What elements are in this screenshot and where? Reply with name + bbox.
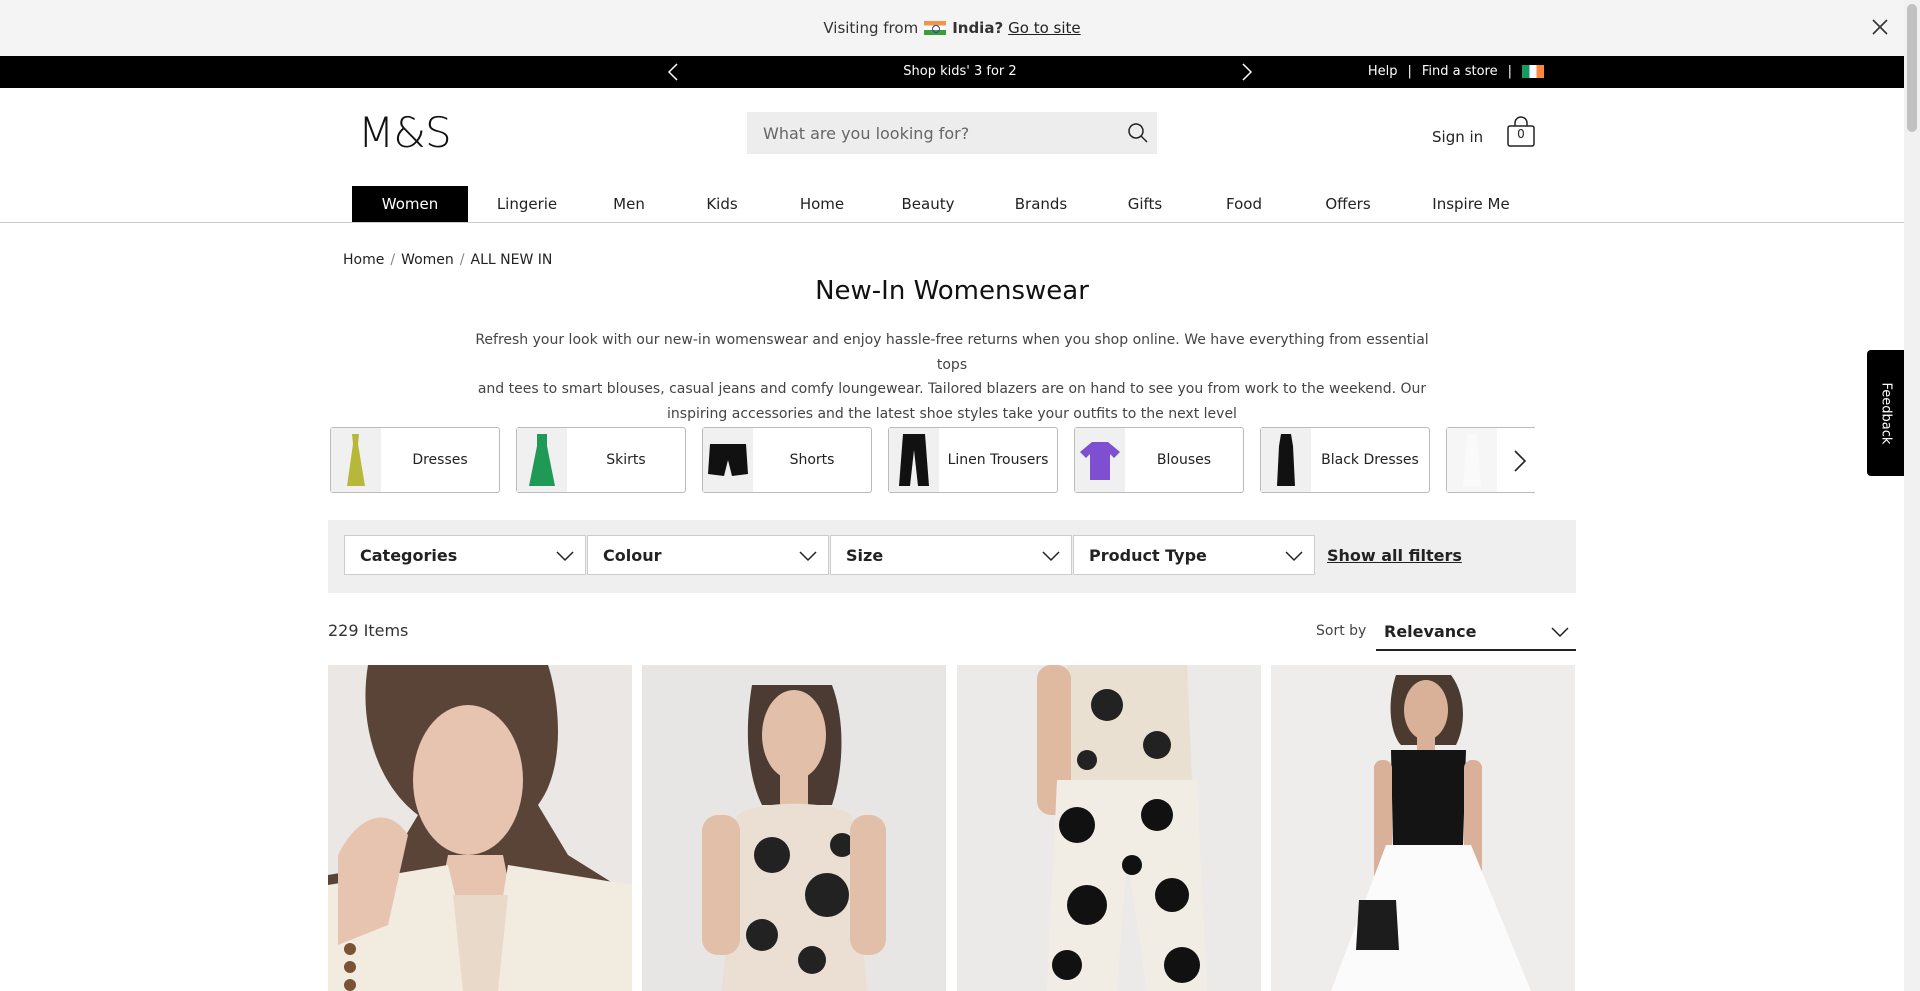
- nav-divider: [0, 222, 1904, 223]
- breadcrumb-separator: /: [459, 252, 465, 268]
- geo-country: India?: [952, 19, 1004, 37]
- category-label: Black Dresses: [1321, 452, 1419, 468]
- filter-label: Categories: [360, 545, 458, 565]
- sign-in-link[interactable]: Sign in: [1432, 128, 1483, 146]
- chevron-down-icon: [1042, 551, 1060, 562]
- nav-item-food[interactable]: Food: [1192, 186, 1296, 222]
- intro-line: and tees to smart blouses, casual jeans …: [477, 381, 1427, 397]
- carousel-next-icon[interactable]: [1505, 447, 1533, 475]
- sort-value: Relevance: [1384, 621, 1477, 641]
- size-filter-select[interactable]: Size: [830, 535, 1072, 575]
- nav-item-kids[interactable]: Kids: [672, 186, 772, 222]
- main-nav: Women Lingerie Men Kids Home Beauty Bran…: [352, 186, 1542, 222]
- item-count: 229 Items: [328, 621, 409, 640]
- category-label: Dresses: [412, 452, 468, 468]
- nav-item-offers[interactable]: Offers: [1296, 186, 1400, 222]
- white-top-thumbnail: [1447, 428, 1497, 492]
- filter-label: Product Type: [1089, 545, 1207, 565]
- category-carousel: Dresses Skirts Shorts Linen Trousers Blo…: [330, 427, 1535, 493]
- page-intro: Refresh your look with our new-in womens…: [460, 328, 1444, 426]
- blouse-thumbnail: [1075, 428, 1125, 492]
- bag-count: 0: [1517, 127, 1525, 141]
- geo-prefix: Visiting from: [823, 19, 919, 37]
- dress-thumbnail: [331, 428, 381, 492]
- category-label: Shorts: [789, 452, 835, 468]
- nav-item-men[interactable]: Men: [586, 186, 672, 222]
- product-card-image[interactable]: [642, 665, 946, 991]
- breadcrumb-separator: /: [390, 252, 396, 268]
- breadcrumb-all-new-in[interactable]: ALL NEW IN: [471, 252, 553, 268]
- promo-message[interactable]: Shop kids' 3 for 2: [860, 64, 1060, 79]
- find-a-store-link[interactable]: Find a store: [1422, 64, 1498, 79]
- intro-line: inspiring accessories and the latest sho…: [667, 405, 1237, 422]
- category-card-black-dresses[interactable]: Black Dresses: [1260, 427, 1430, 493]
- divider: |: [1507, 64, 1512, 79]
- show-all-filters-link[interactable]: Show all filters: [1327, 546, 1462, 565]
- category-label: Skirts: [606, 452, 646, 468]
- colour-filter-select[interactable]: Colour: [587, 535, 829, 575]
- nav-item-gifts[interactable]: Gifts: [1098, 186, 1192, 222]
- divider: |: [1407, 64, 1412, 79]
- page-title: New-In Womenswear: [815, 276, 1089, 306]
- shorts-thumbnail: [703, 428, 753, 492]
- product-card-image[interactable]: [1271, 665, 1575, 991]
- search-bar: [747, 112, 1157, 154]
- filter-label: Size: [846, 545, 884, 565]
- search-icon[interactable]: [1127, 122, 1149, 144]
- close-icon[interactable]: [1868, 15, 1892, 39]
- geo-banner: Visiting from India? Go to site: [0, 0, 1904, 56]
- chevron-down-icon: [1285, 551, 1303, 562]
- help-link[interactable]: Help: [1368, 64, 1398, 79]
- chevron-down-icon: [1551, 627, 1569, 638]
- category-card-shorts[interactable]: Shorts: [702, 427, 872, 493]
- nav-item-home[interactable]: Home: [772, 186, 872, 222]
- category-card-skirts[interactable]: Skirts: [516, 427, 686, 493]
- product-card-image[interactable]: [328, 665, 632, 991]
- nav-item-lingerie[interactable]: Lingerie: [468, 186, 586, 222]
- category-label: Linen Trousers: [947, 452, 1049, 468]
- chevron-left-icon[interactable]: [664, 62, 684, 82]
- scrollbar-track[interactable]: [1904, 0, 1920, 991]
- nav-item-beauty[interactable]: Beauty: [872, 186, 984, 222]
- categories-filter-select[interactable]: Categories: [344, 535, 586, 575]
- india-flag-icon: [924, 21, 947, 35]
- promo-bar: Shop kids' 3 for 2 Help | Find a store |: [0, 56, 1904, 88]
- nav-item-inspire-me[interactable]: Inspire Me: [1400, 186, 1542, 222]
- ireland-flag-icon[interactable]: [1522, 65, 1544, 78]
- breadcrumb-women[interactable]: Women: [401, 252, 454, 268]
- scrollbar-thumb[interactable]: [1907, 4, 1917, 132]
- black-dress-thumbnail: [1261, 428, 1311, 492]
- ms-logo[interactable]: M&S: [358, 108, 452, 157]
- category-label: Blouses: [1156, 452, 1212, 468]
- search-input[interactable]: [763, 123, 1103, 143]
- category-card-blouses[interactable]: Blouses: [1074, 427, 1244, 493]
- breadcrumb: Home / Women / ALL NEW IN: [343, 252, 552, 268]
- utility-links: Help | Find a store |: [1368, 64, 1544, 79]
- trousers-thumbnail: [889, 428, 939, 492]
- sort-select[interactable]: Relevance: [1376, 613, 1576, 651]
- product-card-image[interactable]: [957, 665, 1261, 991]
- breadcrumb-home[interactable]: Home: [343, 252, 384, 268]
- chevron-right-icon[interactable]: [1236, 62, 1256, 82]
- nav-item-brands[interactable]: Brands: [984, 186, 1098, 222]
- category-card-dresses[interactable]: Dresses: [330, 427, 500, 493]
- feedback-label: Feedback: [1878, 382, 1894, 444]
- skirt-thumbnail: [517, 428, 567, 492]
- feedback-tab[interactable]: Feedback: [1867, 350, 1904, 476]
- nav-item-women[interactable]: Women: [352, 186, 468, 222]
- chevron-down-icon: [799, 551, 817, 562]
- product-type-filter-select[interactable]: Product Type: [1073, 535, 1315, 575]
- chevron-down-icon: [556, 551, 574, 562]
- filter-label: Colour: [603, 545, 662, 565]
- intro-line: Refresh your look with our new-in womens…: [475, 332, 1429, 373]
- sort-label: Sort by: [1316, 623, 1367, 639]
- category-card-linen-trousers[interactable]: Linen Trousers: [888, 427, 1058, 493]
- go-to-site-link[interactable]: Go to site: [1008, 19, 1081, 37]
- filter-panel: Categories Colour Size Product Type Show…: [328, 520, 1576, 593]
